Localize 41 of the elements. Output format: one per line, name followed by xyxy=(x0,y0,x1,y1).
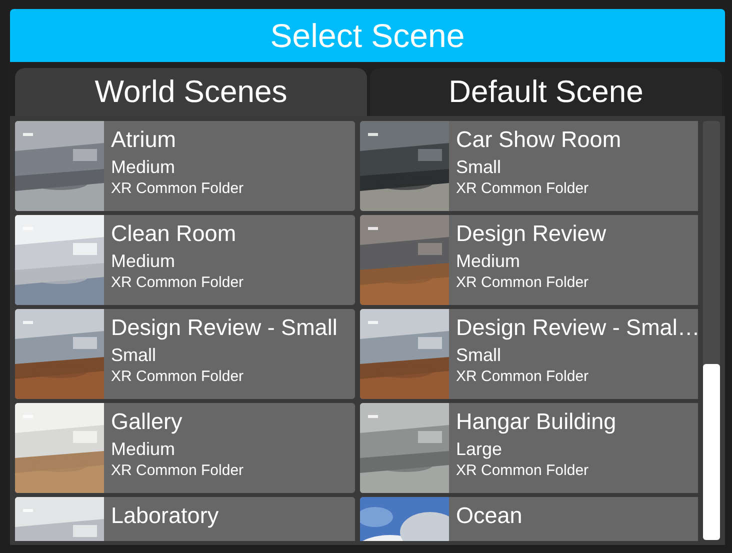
scene-card[interactable]: Car Show Room Small XR Common Folder xyxy=(360,121,698,211)
scene-size: Small xyxy=(111,344,158,366)
scene-name: Clean Room xyxy=(111,220,238,248)
scene-card[interactable]: Clean Room Medium XR Common Folder xyxy=(15,215,355,305)
scene-name: Design Review - Smal… xyxy=(456,314,698,342)
scene-name: Design Review xyxy=(456,220,606,248)
scene-name: Laboratory xyxy=(111,502,219,530)
scene-name: Ocean xyxy=(456,502,522,530)
scene-card[interactable]: Gallery Medium XR Common Folder xyxy=(15,403,355,493)
scene-location: XR Common Folder xyxy=(111,179,244,199)
scene-name: Hangar Building xyxy=(456,408,616,436)
scene-location: XR Common Folder xyxy=(456,461,590,481)
scene-card[interactable]: Ocean xyxy=(360,497,698,541)
dialog-title: Select Scene xyxy=(10,9,725,62)
scene-location: XR Common Folder xyxy=(111,273,244,293)
scene-name: Gallery xyxy=(111,408,184,436)
scrollbar-thumb[interactable] xyxy=(703,364,720,540)
scene-location: XR Common Folder xyxy=(111,461,244,481)
scene-card[interactable]: Design Review - Small Small XR Common Folder xyxy=(15,309,355,399)
scene-size: Medium xyxy=(111,250,176,272)
scene-location: XR Common Folder xyxy=(456,367,590,387)
tab[interactable]: World Scenes xyxy=(15,68,367,116)
scene-card[interactable]: Atrium Medium XR Common Folder xyxy=(15,121,355,211)
scene-location: XR Common Folder xyxy=(456,273,590,293)
scene-size: Small xyxy=(456,344,502,366)
scene-name: Atrium xyxy=(111,126,178,154)
scene-size: Medium xyxy=(111,438,176,460)
scene-card[interactable]: Design Review Medium XR Common Folder xyxy=(360,215,698,305)
scene-location: XR Common Folder xyxy=(456,179,590,199)
scene-card[interactable]: Design Review - Smal… Small XR Common Folder xyxy=(360,309,698,399)
scene-location: XR Common Folder xyxy=(111,367,245,387)
scene-size: Medium xyxy=(111,156,176,178)
scene-card[interactable]: Hangar Building Large XR Common Folder xyxy=(360,403,698,493)
scene-name: Car Show Room xyxy=(456,126,622,154)
scene-size: Large xyxy=(456,438,504,460)
scrollbar[interactable] xyxy=(703,121,720,540)
scene-card[interactable]: Laboratory xyxy=(15,497,355,541)
scene-name: Design Review - Small xyxy=(111,314,338,342)
scene-size: Small xyxy=(456,156,502,178)
tab[interactable]: Default Scene xyxy=(370,68,722,116)
scene-size: Medium xyxy=(456,250,522,272)
